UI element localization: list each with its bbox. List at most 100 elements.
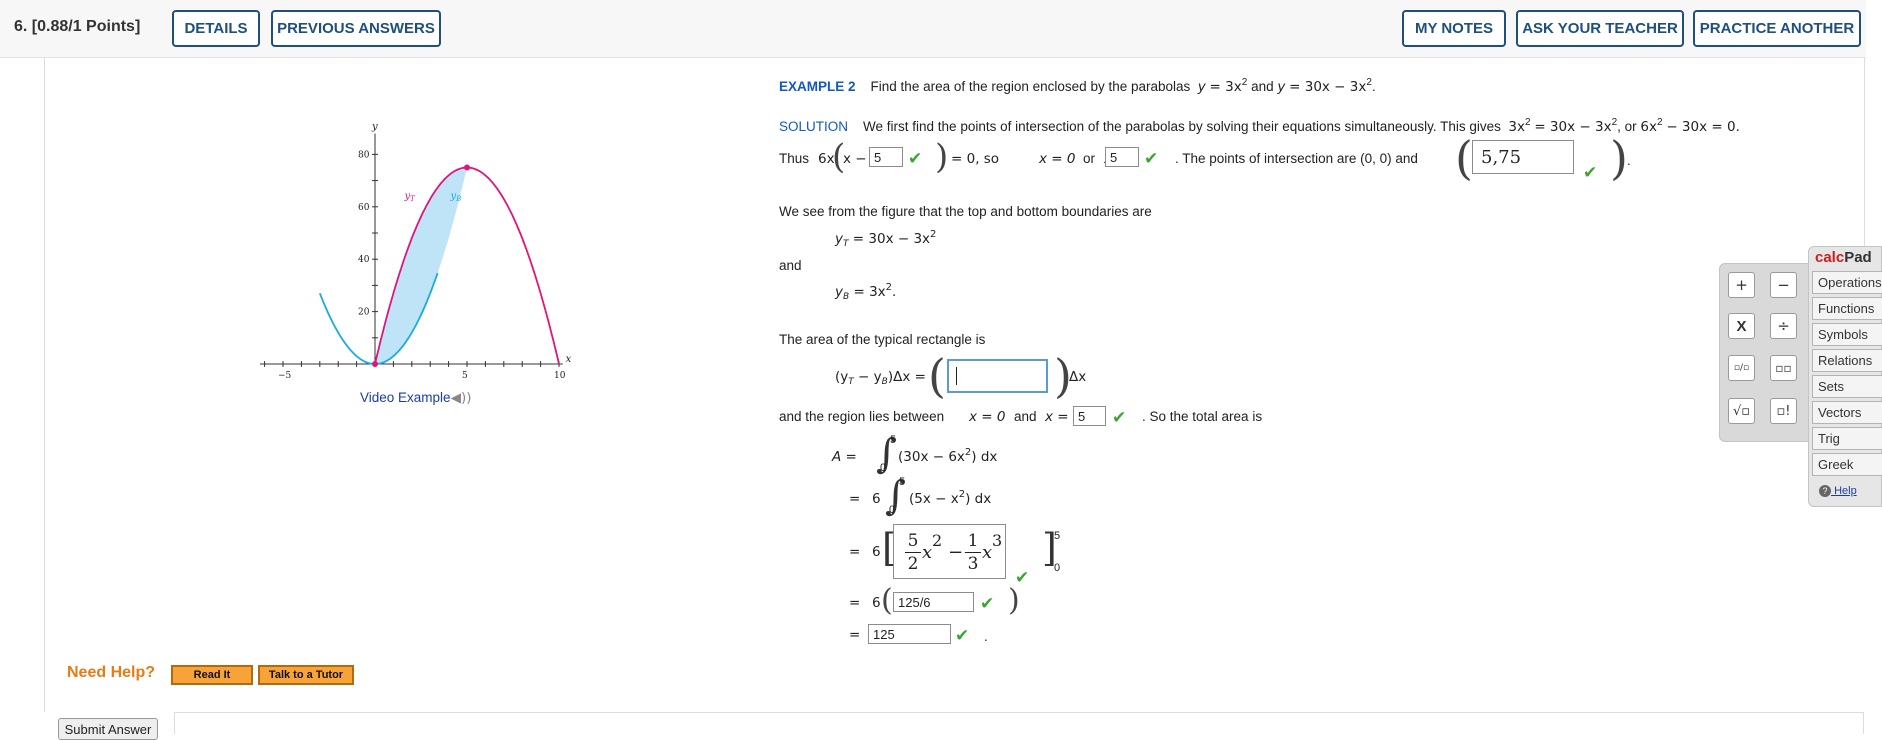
upper-limit: 5: [899, 476, 906, 488]
y-tick-label: 20: [358, 308, 370, 318]
frac1-bar: [905, 552, 921, 553]
tab-relations[interactable]: Relations: [1812, 349, 1882, 372]
calcpad-help-link[interactable]: ? Help: [1819, 485, 1857, 497]
exp-2: 2: [932, 531, 943, 550]
calcpad-title-pad: Pad: [1844, 249, 1872, 266]
or-label: or: [1083, 151, 1096, 166]
talk-tutor-button[interactable]: Talk to a Tutor: [258, 665, 354, 685]
calcpad-help-label: Help: [1834, 485, 1857, 497]
ask-teacher-button[interactable]: ASK YOUR TEACHER: [1516, 10, 1684, 47]
integrand-2-b: ) dx: [965, 491, 992, 507]
integrand-1: (30x − 6x2) dx: [898, 447, 998, 466]
tab-trig[interactable]: Trig: [1812, 427, 1882, 450]
my-notes-button[interactable]: MY NOTES: [1402, 10, 1506, 47]
read-it-button[interactable]: Read It: [171, 665, 253, 685]
answer-area-border: [174, 712, 1864, 734]
six-factor: 6: [872, 491, 881, 507]
x-tick-label: 5: [462, 371, 468, 381]
tab-sets[interactable]: Sets: [1812, 375, 1882, 398]
factorial-button[interactable]: ▫!: [1770, 398, 1797, 424]
upper-limit: 5: [890, 434, 897, 446]
calcpad-title-calc: calc: [1815, 249, 1845, 266]
yB-end: .: [892, 284, 897, 300]
solution-label: SOLUTION: [779, 119, 849, 134]
answer-input-1[interactable]: 5: [869, 147, 903, 167]
eq-sign: =: [849, 544, 861, 560]
y-tick-label: 80: [358, 150, 370, 160]
region-text: and the region lies between: [779, 409, 945, 424]
submit-answer-button[interactable]: Submit Answer: [58, 718, 158, 740]
paren-close: ): [935, 137, 949, 177]
eq-sign: =: [849, 627, 861, 643]
yB-sub: B: [843, 292, 850, 302]
x-var: x: [982, 542, 993, 563]
frac1-num: 5: [907, 531, 919, 551]
lower-limit: 0: [889, 504, 896, 516]
eq1-rhs: = 3x: [1209, 79, 1242, 95]
eq-zero-so: = 0, so: [951, 151, 1000, 167]
need-help-label: Need Help?: [67, 664, 156, 681]
sqrt-button[interactable]: √▫: [1728, 398, 1755, 424]
divide-button[interactable]: ÷: [1770, 313, 1797, 339]
yT-equation: yT = 30x − 3x2: [835, 229, 937, 249]
period: .: [1627, 153, 1631, 168]
yB-equation: yB = 3x2.: [835, 282, 897, 302]
fraction-answer-input[interactable]: 125/6: [893, 592, 974, 612]
yT-sub: T: [843, 239, 849, 249]
video-example-link[interactable]: Video Example◀)): [360, 390, 471, 406]
fraction-button[interactable]: ▫/▫: [1728, 355, 1755, 381]
solution-line: SOLUTION We first find the points of int…: [779, 117, 1740, 136]
check-icon: ✔: [908, 149, 923, 169]
antiderivative-answer[interactable]: 5 2 x 2 − 1 3 x 3: [893, 524, 1006, 579]
paren-open-big: (: [1455, 131, 1473, 185]
paren-open-big: (: [928, 349, 946, 403]
tab-vectors[interactable]: Vectors: [1812, 401, 1882, 424]
answer-input-2[interactable]: 5: [1105, 147, 1139, 167]
integrand-1-a: (30x − 6x: [898, 449, 965, 465]
solution-text: We first find the points of intersection…: [863, 119, 1501, 134]
rect-lhs-end: )Δx =: [887, 369, 926, 385]
points-text: . The points of intersection are (0, 0) …: [1175, 151, 1418, 166]
frac1-den: 2: [907, 554, 919, 574]
exponent-button[interactable]: ▫▫: [1770, 355, 1797, 381]
x-tick-label: −5: [278, 371, 292, 381]
practice-another-button[interactable]: PRACTICE ANOTHER: [1693, 10, 1861, 47]
tab-greek[interactable]: Greek: [1812, 453, 1882, 476]
paren-close-big: ): [1610, 131, 1628, 185]
tab-operations[interactable]: Operations: [1812, 271, 1882, 294]
y-axis-label: y: [371, 121, 378, 132]
label-yT: yT: [403, 191, 416, 203]
intersection-point: [372, 361, 378, 367]
eq2-rhs: = 30x − 3x: [1289, 79, 1367, 95]
yB-rhs: = 3x: [853, 284, 886, 300]
total-answer-input[interactable]: 125: [868, 624, 951, 644]
multiply-button[interactable]: X: [1728, 313, 1755, 339]
answer-input-3[interactable]: 5,75: [1472, 140, 1574, 174]
eq-sign: =: [849, 491, 861, 507]
integrand-2-a: (5x − x: [909, 491, 959, 507]
previous-answers-button[interactable]: PREVIOUS ANSWERS: [271, 10, 441, 47]
rectangle-intro: The area of the typical rectangle is: [779, 332, 986, 347]
eq-period: .: [1371, 79, 1376, 94]
A-equals: A =: [832, 449, 857, 465]
tab-symbols[interactable]: Symbols: [1812, 323, 1882, 346]
yB-var: y: [835, 284, 843, 300]
eval-upper: 5: [1054, 530, 1061, 542]
integrand-2: (5x − x2) dx: [909, 489, 992, 508]
video-example-label: Video Example: [360, 390, 451, 405]
rect-lhs-a: (y: [835, 369, 849, 385]
check-icon: ✔: [955, 626, 970, 646]
frac2-bar: [965, 552, 981, 553]
example-statement: EXAMPLE 2 Find the area of the region en…: [779, 77, 1376, 96]
plus-button[interactable]: +: [1728, 272, 1755, 298]
check-icon: ✔: [1583, 163, 1598, 183]
eval-lower: 0: [1054, 562, 1061, 574]
minus-button[interactable]: −: [1770, 272, 1797, 298]
rectangle-area-input[interactable]: [947, 359, 1048, 393]
details-button[interactable]: DETAILS: [172, 10, 260, 47]
eq1-lhs: y: [1197, 79, 1206, 95]
region-x0: x = 0: [969, 409, 1006, 425]
tab-functions[interactable]: Functions: [1812, 297, 1882, 320]
region-answer-input[interactable]: 5: [1073, 406, 1106, 426]
six-factor: 6: [872, 595, 881, 611]
